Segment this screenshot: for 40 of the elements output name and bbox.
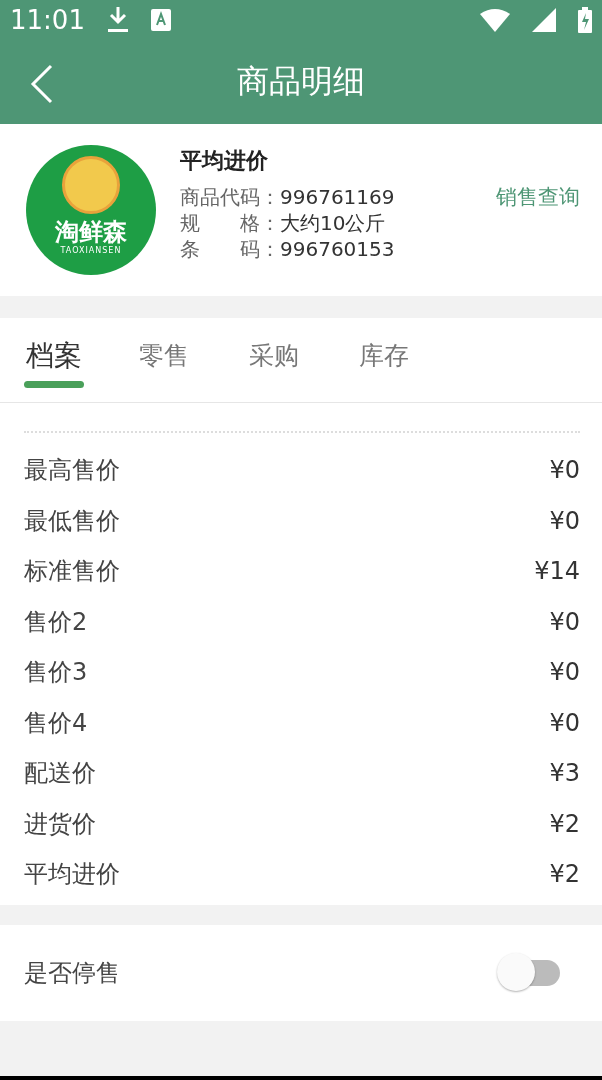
- tab[interactable]: 采购: [244, 318, 304, 402]
- price-value: ¥0: [549, 506, 580, 535]
- field-value: 大约10公斤: [280, 210, 386, 236]
- price-label: 平均进价: [24, 859, 120, 891]
- field-label: 商品代码：: [180, 184, 280, 210]
- price-label: 售价3: [24, 657, 88, 689]
- page-title: 商品明细: [237, 61, 365, 102]
- tab[interactable]: 库存: [354, 318, 414, 402]
- price-label: 最高售价: [24, 455, 120, 487]
- price-value: ¥0: [549, 708, 580, 737]
- price-value: ¥14: [534, 557, 580, 586]
- price-label: 售价2: [24, 606, 88, 638]
- price-label: 售价4: [24, 707, 88, 739]
- price-label: 进货价: [24, 808, 96, 840]
- field-value: 996761169: [280, 184, 395, 210]
- tab[interactable]: 档案: [24, 318, 84, 402]
- product-name: 平均进价: [180, 147, 269, 175]
- field-label: 条 码：: [180, 236, 280, 262]
- price-value: ¥0: [549, 607, 580, 636]
- price-value: ¥0: [549, 658, 580, 687]
- price-label: 最低售价: [24, 505, 120, 537]
- price-value: ¥2: [549, 809, 580, 838]
- store-logo: 淘鲜森 TAOXIANSEN: [26, 145, 156, 275]
- field-label: 规 格：: [180, 210, 280, 236]
- field-value: 996760153: [280, 236, 395, 262]
- wifi-icon: [480, 8, 510, 32]
- price-value: ¥0: [549, 456, 580, 485]
- back-icon[interactable]: [30, 64, 54, 104]
- stop-sale-label: 是否停售: [24, 958, 120, 989]
- download-icon: [106, 7, 129, 33]
- sales-query-link[interactable]: 销售查询: [496, 184, 580, 210]
- battery-icon: [578, 7, 592, 33]
- status-time: 11:01: [10, 5, 85, 35]
- signal-icon: [532, 8, 556, 32]
- price-label: 标准售价: [24, 556, 120, 588]
- price-value: ¥2: [549, 860, 580, 889]
- price-label: 配送价: [24, 758, 96, 790]
- tab[interactable]: 零售: [134, 318, 194, 402]
- keyboard-icon: [150, 9, 171, 31]
- price-value: ¥3: [549, 759, 580, 788]
